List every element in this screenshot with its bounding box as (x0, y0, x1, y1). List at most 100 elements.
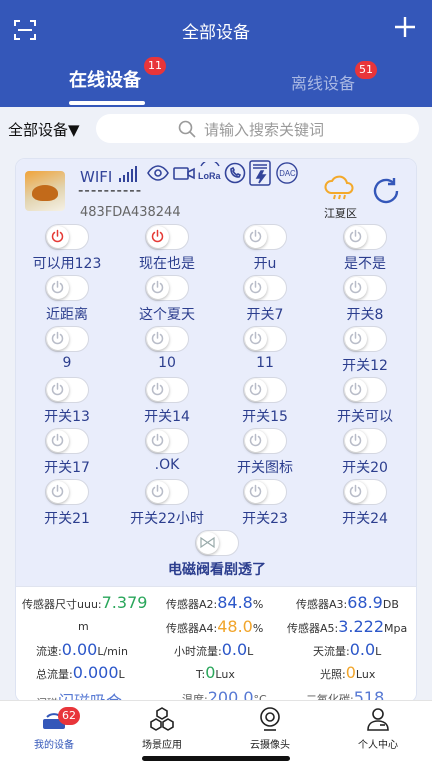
tab-profile[interactable]: 个人中心 (324, 705, 432, 751)
switch-toggle[interactable] (145, 275, 189, 301)
power-icon (51, 229, 64, 243)
switch-toggle[interactable] (145, 224, 189, 250)
switch-toggle[interactable] (343, 377, 387, 403)
sensor-a2: 传感器A2:84.8% (166, 593, 264, 612)
switch-label: 开关可以 (337, 409, 393, 425)
switch-label: 10 (158, 355, 176, 371)
cubes-icon (150, 707, 174, 731)
valve-toggle[interactable] (195, 530, 239, 556)
power-icon (349, 433, 362, 447)
switch-toggle[interactable] (343, 326, 387, 352)
switch-item[interactable]: 开关7 (222, 275, 308, 325)
power-icon (349, 331, 362, 345)
switch-item[interactable]: 近距离 (24, 275, 110, 325)
switch-toggle[interactable] (45, 377, 89, 403)
switch-label: 开关24 (342, 511, 388, 527)
switch-item[interactable]: 这个夏天 (124, 275, 210, 325)
sensor-a4: 传感器A4:48.0% (166, 617, 264, 636)
power-icon (249, 382, 262, 396)
switch-item[interactable]: 开关22小时 (124, 479, 210, 529)
power-icon (151, 229, 164, 243)
switch-item[interactable]: 开关8 (322, 275, 408, 325)
switch-toggle[interactable] (45, 224, 89, 250)
switch-toggle[interactable] (145, 479, 189, 505)
switch-toggle[interactable] (343, 479, 387, 505)
switch-toggle[interactable] (343, 224, 387, 250)
refresh-icon[interactable] (370, 175, 402, 207)
switch-toggle[interactable] (243, 275, 287, 301)
switch-toggle[interactable] (145, 377, 189, 403)
switch-item[interactable]: 开关23 (222, 479, 308, 529)
power-icon (151, 433, 164, 447)
switch-label: 开关23 (242, 511, 288, 527)
switch-label: 开关7 (246, 307, 284, 323)
switch-item[interactable]: .OK (124, 428, 210, 478)
lora-icon: LoRa (198, 162, 221, 181)
device-filter-dropdown[interactable]: 全部设备▼ (8, 119, 80, 140)
switch-label: 可以用123 (32, 256, 102, 272)
switch-item[interactable]: 9 (24, 326, 110, 376)
dac-label: DAC (279, 169, 296, 178)
switch-item[interactable]: 开关12 (322, 326, 408, 376)
switch-item[interactable]: 可以用123 (24, 224, 110, 274)
device-card[interactable]: WIFI LoRa DAC ---------- 483FDA438244 江夏… (15, 158, 417, 703)
power-icon (151, 484, 164, 498)
switch-toggle[interactable] (243, 479, 287, 505)
switch-label: .OK (154, 457, 180, 473)
switch-toggle[interactable] (45, 479, 89, 505)
power-icon (249, 484, 262, 498)
switch-item[interactable]: 现在也是 (124, 224, 210, 274)
switch-item[interactable]: 10 (124, 326, 210, 376)
power-icon (249, 229, 262, 243)
switch-label: 开关15 (242, 409, 288, 425)
tab-offline-devices[interactable]: 离线设备 (291, 70, 355, 94)
search-icon (178, 120, 196, 138)
tab-my-devices[interactable]: 我的设备 62 (0, 705, 108, 751)
switch-item[interactable]: 开关可以 (322, 377, 408, 427)
home-indicator (142, 756, 290, 761)
switch-item[interactable]: 是不是 (322, 224, 408, 274)
power-icon (249, 433, 262, 447)
switch-toggle[interactable] (343, 275, 387, 301)
switch-toggle[interactable] (243, 224, 287, 250)
switch-item[interactable]: 开关21 (24, 479, 110, 529)
device-card-top: WIFI LoRa DAC ---------- 483FDA438244 江夏… (16, 159, 416, 589)
switch-label: 开关21 (44, 511, 90, 527)
switch-item[interactable]: 开关图标 (222, 428, 308, 478)
switch-item[interactable]: 开关24 (322, 479, 408, 529)
switch-toggle[interactable] (145, 326, 189, 352)
valve-control[interactable]: 电磁阀看剧透了 (16, 530, 416, 580)
search-input[interactable]: 请输入搜索关键词 (96, 114, 419, 143)
device-avatar (25, 171, 65, 211)
switch-toggle[interactable] (243, 377, 287, 403)
switch-item[interactable]: 开关14 (124, 377, 210, 427)
switch-label: 开关12 (342, 358, 388, 374)
switch-toggle[interactable] (243, 326, 287, 352)
switch-item[interactable]: 开关17 (24, 428, 110, 478)
switch-item[interactable]: 开关13 (24, 377, 110, 427)
tab-scenes[interactable]: 场景应用 (108, 705, 216, 751)
tab-cloud-camera[interactable]: 云摄像头 (216, 705, 324, 751)
power-icon (151, 280, 164, 294)
weather-district: 江夏区 (324, 207, 357, 220)
valve-icon (200, 536, 215, 549)
device-id: 483FDA438244 (80, 205, 181, 220)
switch-toggle[interactable] (45, 326, 89, 352)
switch-toggle[interactable] (343, 428, 387, 454)
switch-label: 9 (62, 355, 72, 371)
switch-item[interactable]: 开关20 (322, 428, 408, 478)
temperature-lux: T:0Lux (196, 663, 235, 682)
switch-toggle[interactable] (45, 275, 89, 301)
switch-item[interactable]: 开关15 (222, 377, 308, 427)
switch-toggle[interactable] (145, 428, 189, 454)
flow-rate: 流速:0.00L/min (36, 640, 128, 659)
search-placeholder: 请输入搜索关键词 (204, 121, 325, 139)
tab-online-devices[interactable]: 在线设备 (69, 66, 141, 92)
switch-item[interactable]: 开u (222, 224, 308, 274)
add-device-icon[interactable] (394, 16, 416, 38)
switch-toggle[interactable] (45, 428, 89, 454)
switch-item[interactable]: 11 (222, 326, 308, 376)
switch-label: 开关20 (342, 460, 388, 476)
power-icon (151, 331, 164, 345)
switch-toggle[interactable] (243, 428, 287, 454)
